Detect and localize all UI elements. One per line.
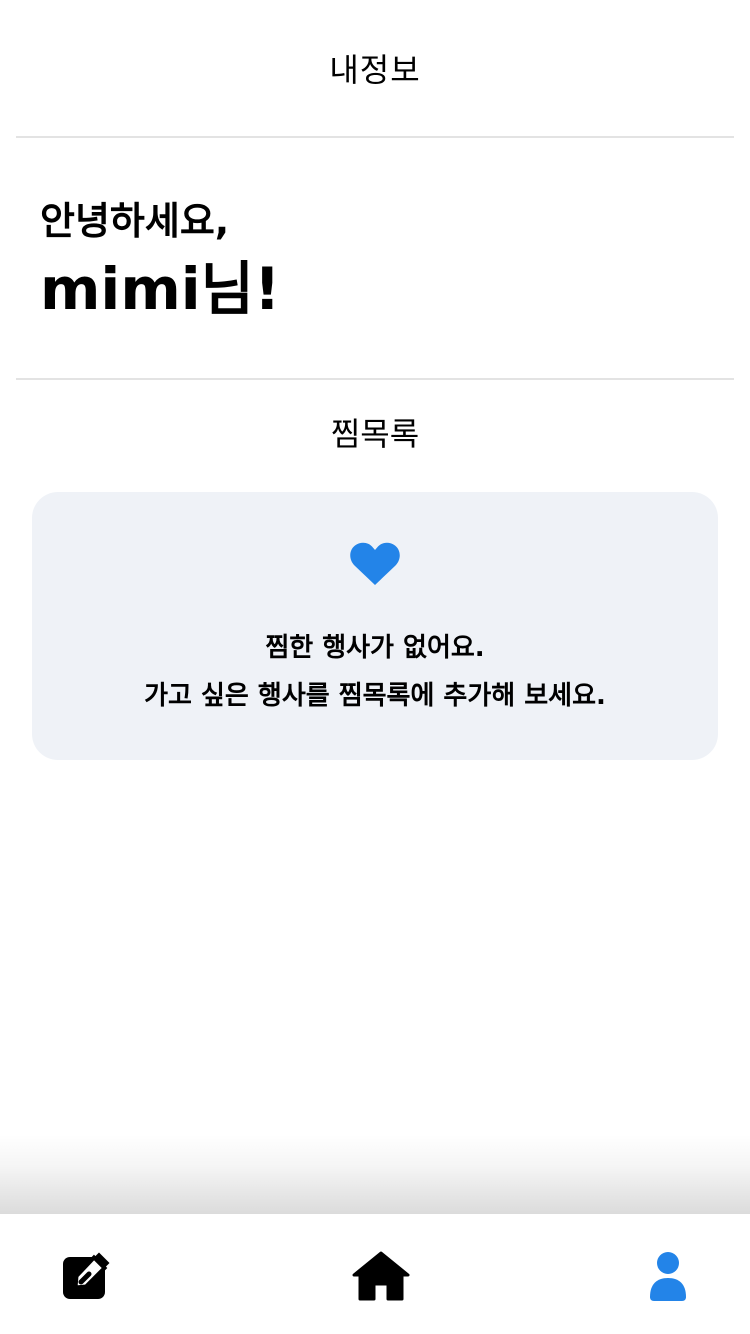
top-header: 내정보 (0, 0, 750, 136)
wishlist-title: 찜목록 (330, 415, 420, 453)
nav-home-button[interactable] (341, 1236, 421, 1316)
greeting-hello: 안녕하세요, (40, 199, 230, 243)
wishlist-empty-card: 찜한 행사가 없어요. 가고 싶은 행사를 찜목록에 추가해 보세요. (32, 492, 718, 760)
edit-icon (63, 1251, 111, 1299)
user-icon (650, 1252, 686, 1301)
bottom-navigation-bar (0, 1214, 750, 1334)
my-info-page: 내정보 안녕하세요, mimi님! 찜목록 찜한 행사가 없어요. 가고 싶은 … (0, 0, 750, 1334)
header-divider (16, 136, 734, 138)
heart-icon (350, 542, 400, 585)
nav-write-button[interactable] (46, 1236, 126, 1316)
empty-message-line1: 찜한 행사가 없어요. (265, 633, 485, 663)
empty-message-line2: 가고 싶은 행사를 찜목록에 추가해 보세요. (144, 681, 606, 711)
bottom-nav-shadow (0, 1134, 750, 1214)
section-divider (16, 378, 734, 380)
wishlist-empty-message: 찜한 행사가 없어요. 가고 싶은 행사를 찜목록에 추가해 보세요. (144, 624, 606, 720)
greeting-section: 안녕하세요, mimi님! (40, 196, 280, 326)
home-icon (352, 1251, 410, 1301)
page-title: 내정보 (329, 51, 421, 89)
nav-profile-button[interactable] (628, 1236, 708, 1316)
greeting-username: mimi님! (40, 255, 281, 323)
